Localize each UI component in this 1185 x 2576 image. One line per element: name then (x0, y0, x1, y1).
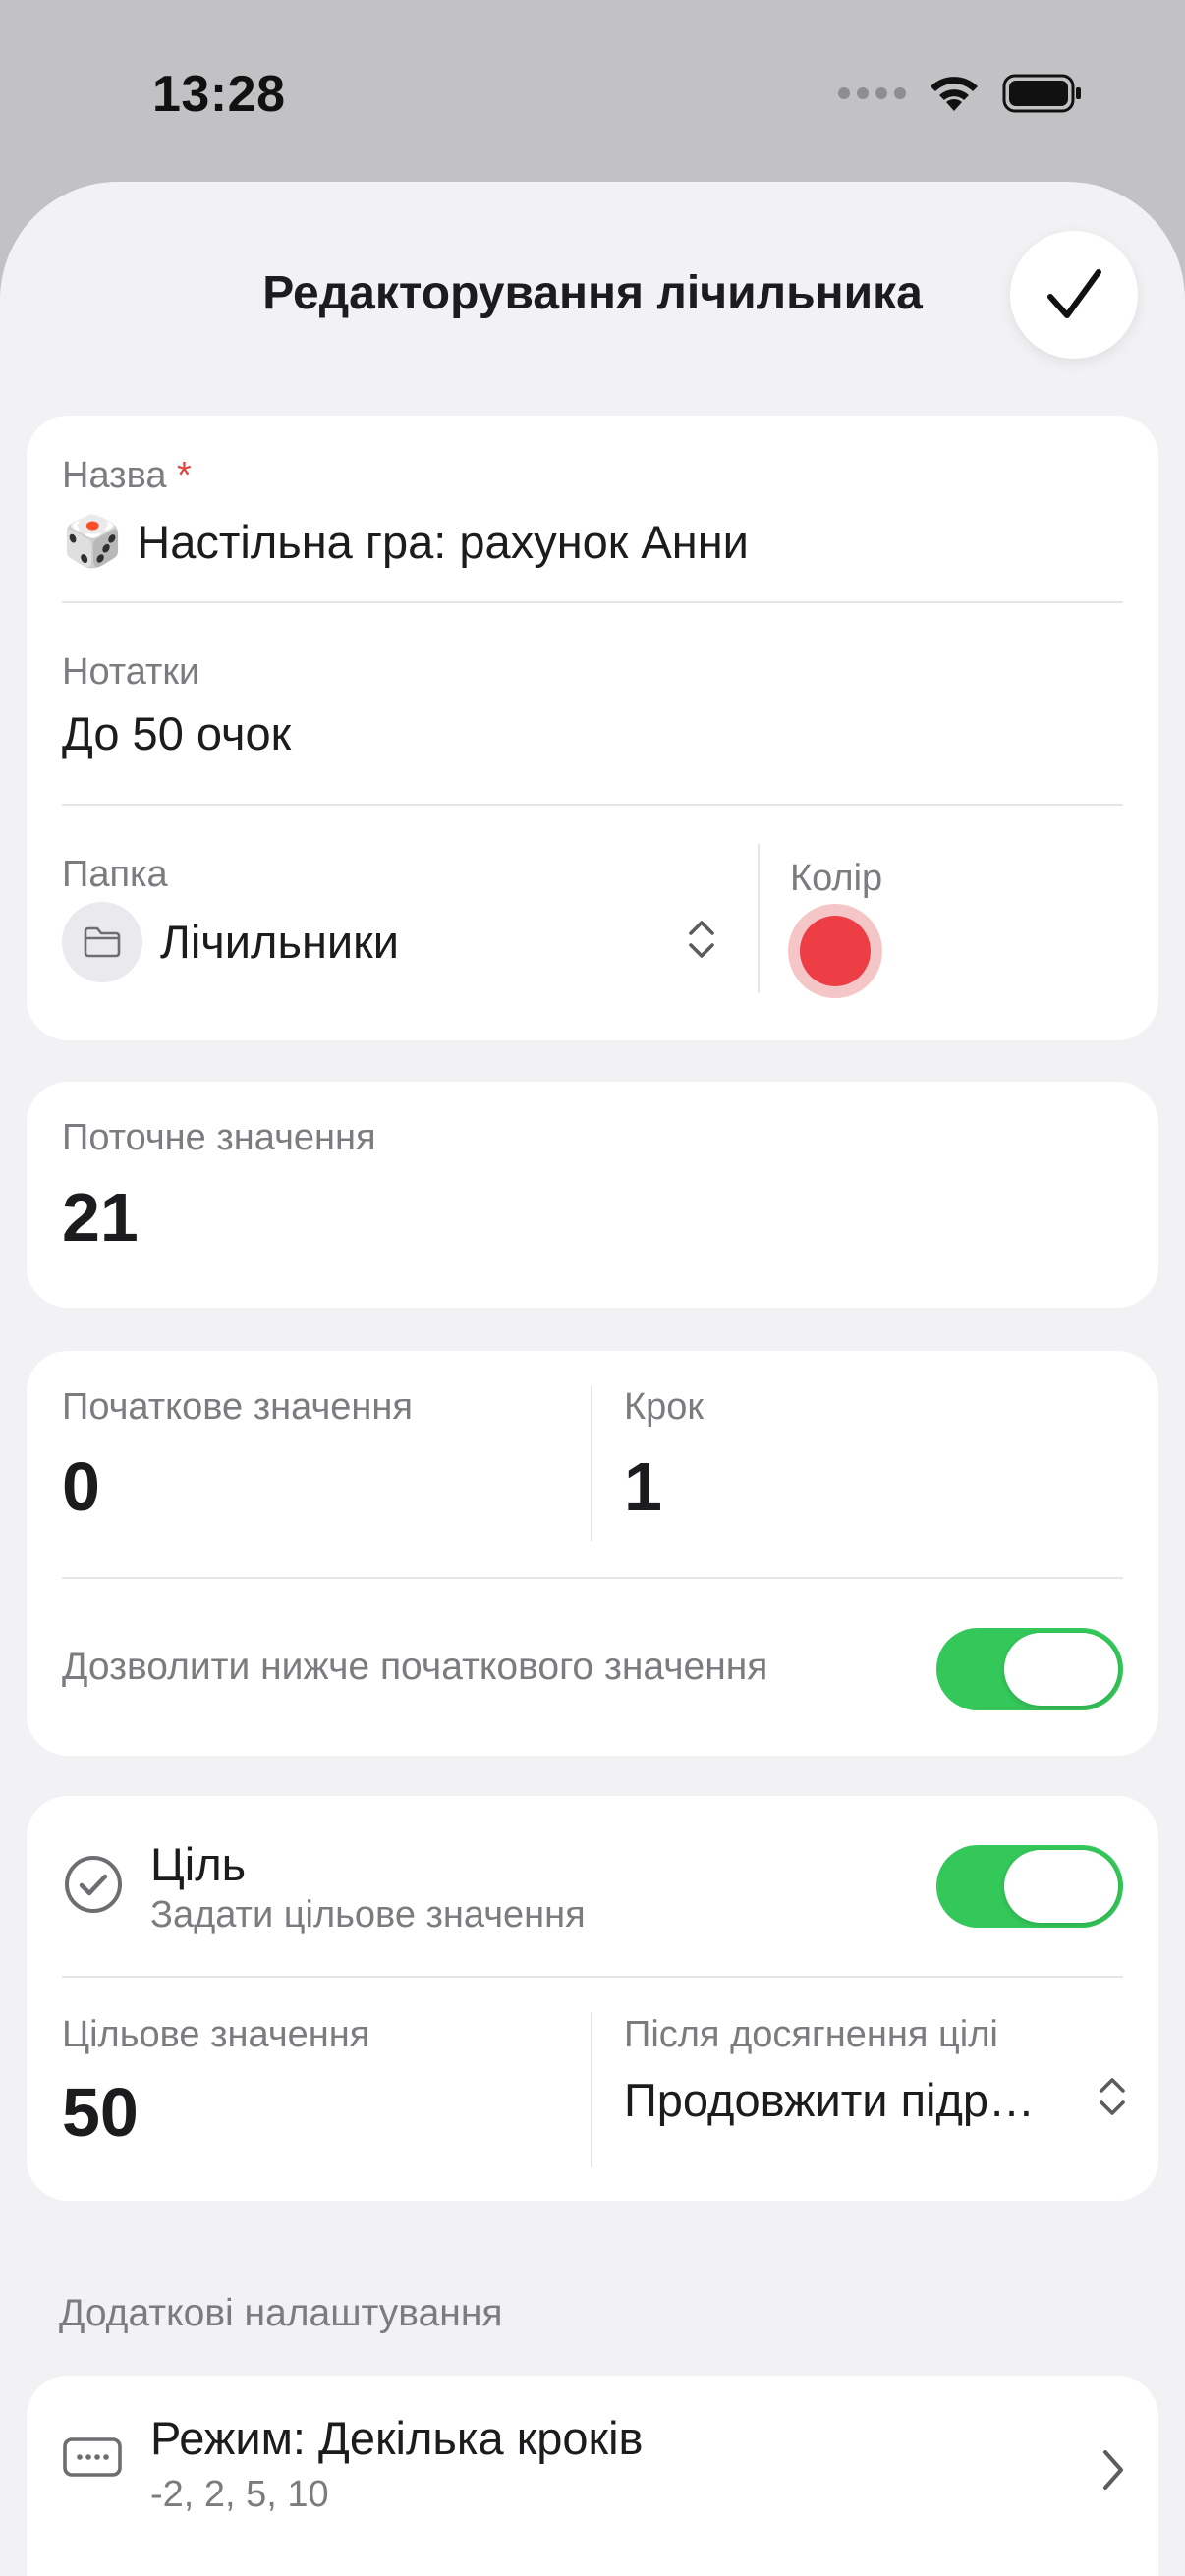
name-label: Назва * (62, 455, 192, 496)
divider (758, 844, 760, 993)
cellular-signal-icon (838, 87, 906, 99)
color-swatch[interactable] (788, 904, 882, 998)
divider (62, 1976, 1123, 1978)
current-value-label: Поточне значення (62, 1117, 376, 1158)
divider (62, 1577, 1123, 1579)
mode-steps: -2, 2, 5, 10 (150, 2474, 329, 2515)
dice-emoji-icon: 🎲 (62, 514, 124, 569)
name-card: Назва * 🎲 Настільна гра: рахунок Анни Но… (27, 416, 1158, 1040)
name-value: Настільна гра: рахунок Анни (137, 515, 749, 568)
edit-counter-sheet: Редакторування лічильника Назва * 🎲 Наст… (0, 182, 1185, 2576)
notes-field[interactable]: До 50 очок (62, 706, 291, 760)
folder-label: Папка (62, 854, 168, 895)
goal-toggle[interactable] (936, 1845, 1123, 1928)
chevron-updown-icon[interactable] (1096, 2072, 1129, 2121)
done-button[interactable] (1010, 231, 1138, 359)
step-label: Крок (624, 1386, 705, 1428)
name-field[interactable]: 🎲 Настільна гра: рахунок Анни (62, 512, 749, 571)
chevron-right-icon (1103, 2450, 1123, 2490)
after-goal-label: Після досягнення цілі (624, 2014, 998, 2055)
folder-icon (62, 902, 142, 982)
divider (591, 2012, 592, 2167)
battery-icon (1002, 73, 1083, 114)
target-value-field[interactable]: 50 (62, 2073, 139, 2152)
range-card: Початкове значення 0 Крок 1 Дозволити ни… (27, 1351, 1158, 1756)
initial-value-label: Початкове значення (62, 1386, 413, 1428)
chevron-updown-icon[interactable] (685, 915, 718, 964)
status-icons (838, 69, 1083, 118)
notes-label: Нотатки (62, 651, 200, 693)
allow-below-toggle[interactable] (936, 1628, 1123, 1710)
divider (62, 804, 1123, 806)
folder-picker[interactable]: Лічильники (160, 915, 399, 969)
divider (591, 1386, 592, 1541)
mode-title: Режим: Декілька кроків (150, 2412, 644, 2464)
allow-below-label: Дозволити нижче початкового значення (62, 1646, 768, 1688)
target-value-label: Цільове значення (62, 2014, 370, 2055)
additional-settings-header: Додаткові налаштування (59, 2292, 503, 2334)
color-label: Колір (790, 858, 883, 899)
goal-card: Ціль Задати цільове значення Цільове зна… (27, 1796, 1158, 2201)
wifi-icon (928, 74, 981, 113)
keyboard-icon (63, 2437, 122, 2477)
after-goal-picker[interactable]: Продовжити підр… (624, 2073, 1035, 2127)
required-mark: * (177, 455, 192, 496)
current-value-field[interactable]: 21 (62, 1178, 139, 1257)
current-value-card: Поточне значення 21 (27, 1082, 1158, 1308)
initial-value-field[interactable]: 0 (62, 1447, 100, 1526)
goal-title: Ціль (150, 1838, 247, 1890)
goal-check-circle-icon (65, 1856, 122, 1913)
status-time: 13:28 (152, 66, 286, 123)
status-bar: 13:28 (0, 0, 1185, 187)
mode-card[interactable]: Режим: Декілька кроків -2, 2, 5, 10 (27, 2376, 1158, 2576)
divider (62, 601, 1123, 603)
step-field[interactable]: 1 (624, 1447, 662, 1526)
goal-subtitle: Задати цільове значення (150, 1894, 586, 1935)
page-title: Редакторування лічильника (262, 267, 923, 319)
checkmark-icon (1047, 269, 1101, 318)
